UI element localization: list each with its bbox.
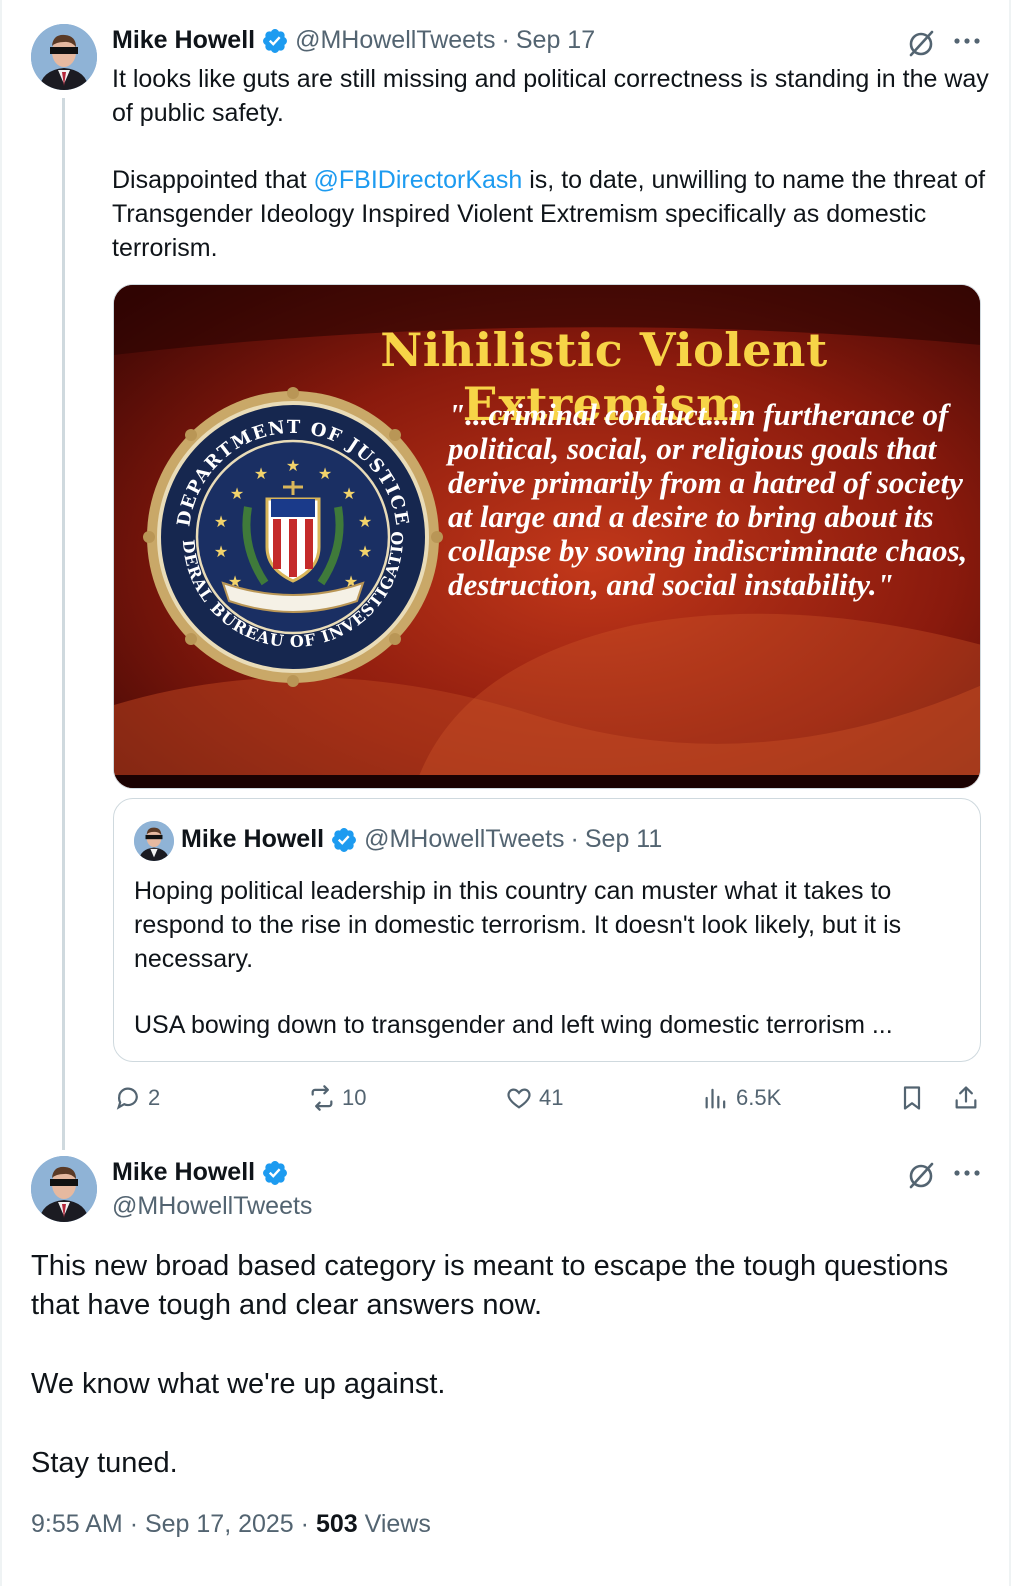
tweet-text-line1: It looks like guts are still missing and… xyxy=(112,65,989,127)
mention-link[interactable]: @FBIDirectorKash xyxy=(314,166,523,194)
quoted-tweet-date[interactable]: Sep 11 xyxy=(585,825,662,854)
quoted-avatar[interactable] xyxy=(134,821,174,861)
media-quote: "...criminal conduct...in furtherance of… xyxy=(448,397,968,602)
avatar[interactable] xyxy=(31,1156,97,1222)
grok-icon[interactable] xyxy=(902,1156,940,1194)
author-name[interactable]: Mike Howell xyxy=(112,1158,255,1187)
tweet-text-paragraph2: Disappointed that @FBIDirectorKash is, t… xyxy=(112,163,992,265)
svg-text:★: ★ xyxy=(230,484,244,503)
repost-button[interactable]: 10 xyxy=(308,1084,366,1112)
quoted-tweet-text: Hoping political leadership in this coun… xyxy=(134,877,902,973)
tweet-paragraph: This new broad based category is meant t… xyxy=(31,1250,949,1321)
reply-button[interactable]: 2 xyxy=(114,1084,160,1112)
reply-icon xyxy=(116,1087,138,1110)
verified-badge-icon xyxy=(263,1160,288,1185)
like-count: 41 xyxy=(539,1085,564,1110)
reply-count: 2 xyxy=(148,1085,161,1110)
grok-icon[interactable] xyxy=(902,24,940,62)
quoted-tweet-text-2: USA bowing down to transgender and left … xyxy=(134,1011,893,1039)
share-button[interactable] xyxy=(952,1084,986,1112)
quoted-author-name[interactable]: Mike Howell xyxy=(181,825,324,854)
tweet-meta: 9:55 AM · Sep 17, 2025 · 503 Views xyxy=(31,1510,431,1539)
more-icon[interactable] xyxy=(950,24,984,58)
views-count: 6.5K xyxy=(736,1085,782,1110)
tweet-text: It looks like guts are still missing and… xyxy=(112,62,992,130)
tweet-header: Mike Howell @MHowellTweets · Sep 17 xyxy=(112,26,595,55)
tweet-header: Mike Howell xyxy=(112,1158,295,1187)
separator: · xyxy=(501,26,510,54)
tweet-media-image[interactable]: DEPARTMENT OF JUSTICE FEDERAL BUREAU OF … xyxy=(113,284,981,789)
svg-text:★: ★ xyxy=(214,512,228,531)
quoted-author-handle[interactable]: @MHowellTweets xyxy=(364,825,564,854)
svg-text:★: ★ xyxy=(254,464,268,483)
like-button[interactable]: 41 xyxy=(505,1084,563,1112)
fbi-seal-logo: DEPARTMENT OF JUSTICE FEDERAL BUREAU OF … xyxy=(143,387,443,687)
svg-text:★: ★ xyxy=(358,542,372,561)
thread-connector-line xyxy=(62,98,65,1150)
views-icon xyxy=(705,1088,726,1109)
bookmark-icon xyxy=(903,1086,921,1110)
like-icon xyxy=(507,1088,531,1109)
repost-count: 10 xyxy=(342,1085,367,1110)
separator: · xyxy=(570,825,579,853)
views-label: Views xyxy=(357,1510,431,1538)
quoted-tweet-header: Mike Howell @MHowellTweets · Sep 11 xyxy=(181,825,662,854)
tweet-paragraph: Stay tuned. xyxy=(31,1447,178,1479)
author-handle[interactable]: @MHowellTweets xyxy=(112,1192,312,1221)
tweet-date[interactable]: Sep 17 xyxy=(516,26,595,55)
quoted-tweet-card[interactable]: Mike Howell @MHowellTweets · Sep 11 Hopi… xyxy=(113,798,981,1062)
verified-badge-icon xyxy=(263,28,288,53)
svg-text:★: ★ xyxy=(286,456,300,475)
avatar[interactable] xyxy=(31,24,97,90)
repost-icon xyxy=(311,1085,333,1111)
tweet-text-pre: Disappointed that xyxy=(112,166,314,194)
tweet-full-date[interactable]: Sep 17, 2025 xyxy=(145,1510,294,1538)
views-button[interactable]: 6.5K xyxy=(702,1084,781,1112)
views-total[interactable]: 503 xyxy=(316,1510,358,1538)
svg-text:★: ★ xyxy=(358,512,372,531)
svg-text:★: ★ xyxy=(342,484,356,503)
main-tweet-text: This new broad based category is meant t… xyxy=(31,1247,991,1523)
tweet-action-bar: 2 10 41 6.5K xyxy=(110,1082,990,1122)
share-icon xyxy=(955,1086,977,1109)
svg-text:★: ★ xyxy=(318,464,332,483)
bookmark-button[interactable] xyxy=(898,1084,932,1112)
svg-text:★: ★ xyxy=(214,542,228,561)
tweet-time[interactable]: 9:55 AM xyxy=(31,1510,123,1538)
separator: · xyxy=(300,1510,309,1538)
author-handle[interactable]: @MHowellTweets xyxy=(295,26,495,55)
verified-badge-icon xyxy=(332,827,357,852)
separator: · xyxy=(129,1510,139,1538)
more-icon[interactable] xyxy=(950,1156,984,1190)
author-handle-row: @MHowellTweets xyxy=(112,1192,312,1221)
tweet-paragraph: We know what we're up against. xyxy=(31,1368,446,1400)
author-name[interactable]: Mike Howell xyxy=(112,26,255,55)
